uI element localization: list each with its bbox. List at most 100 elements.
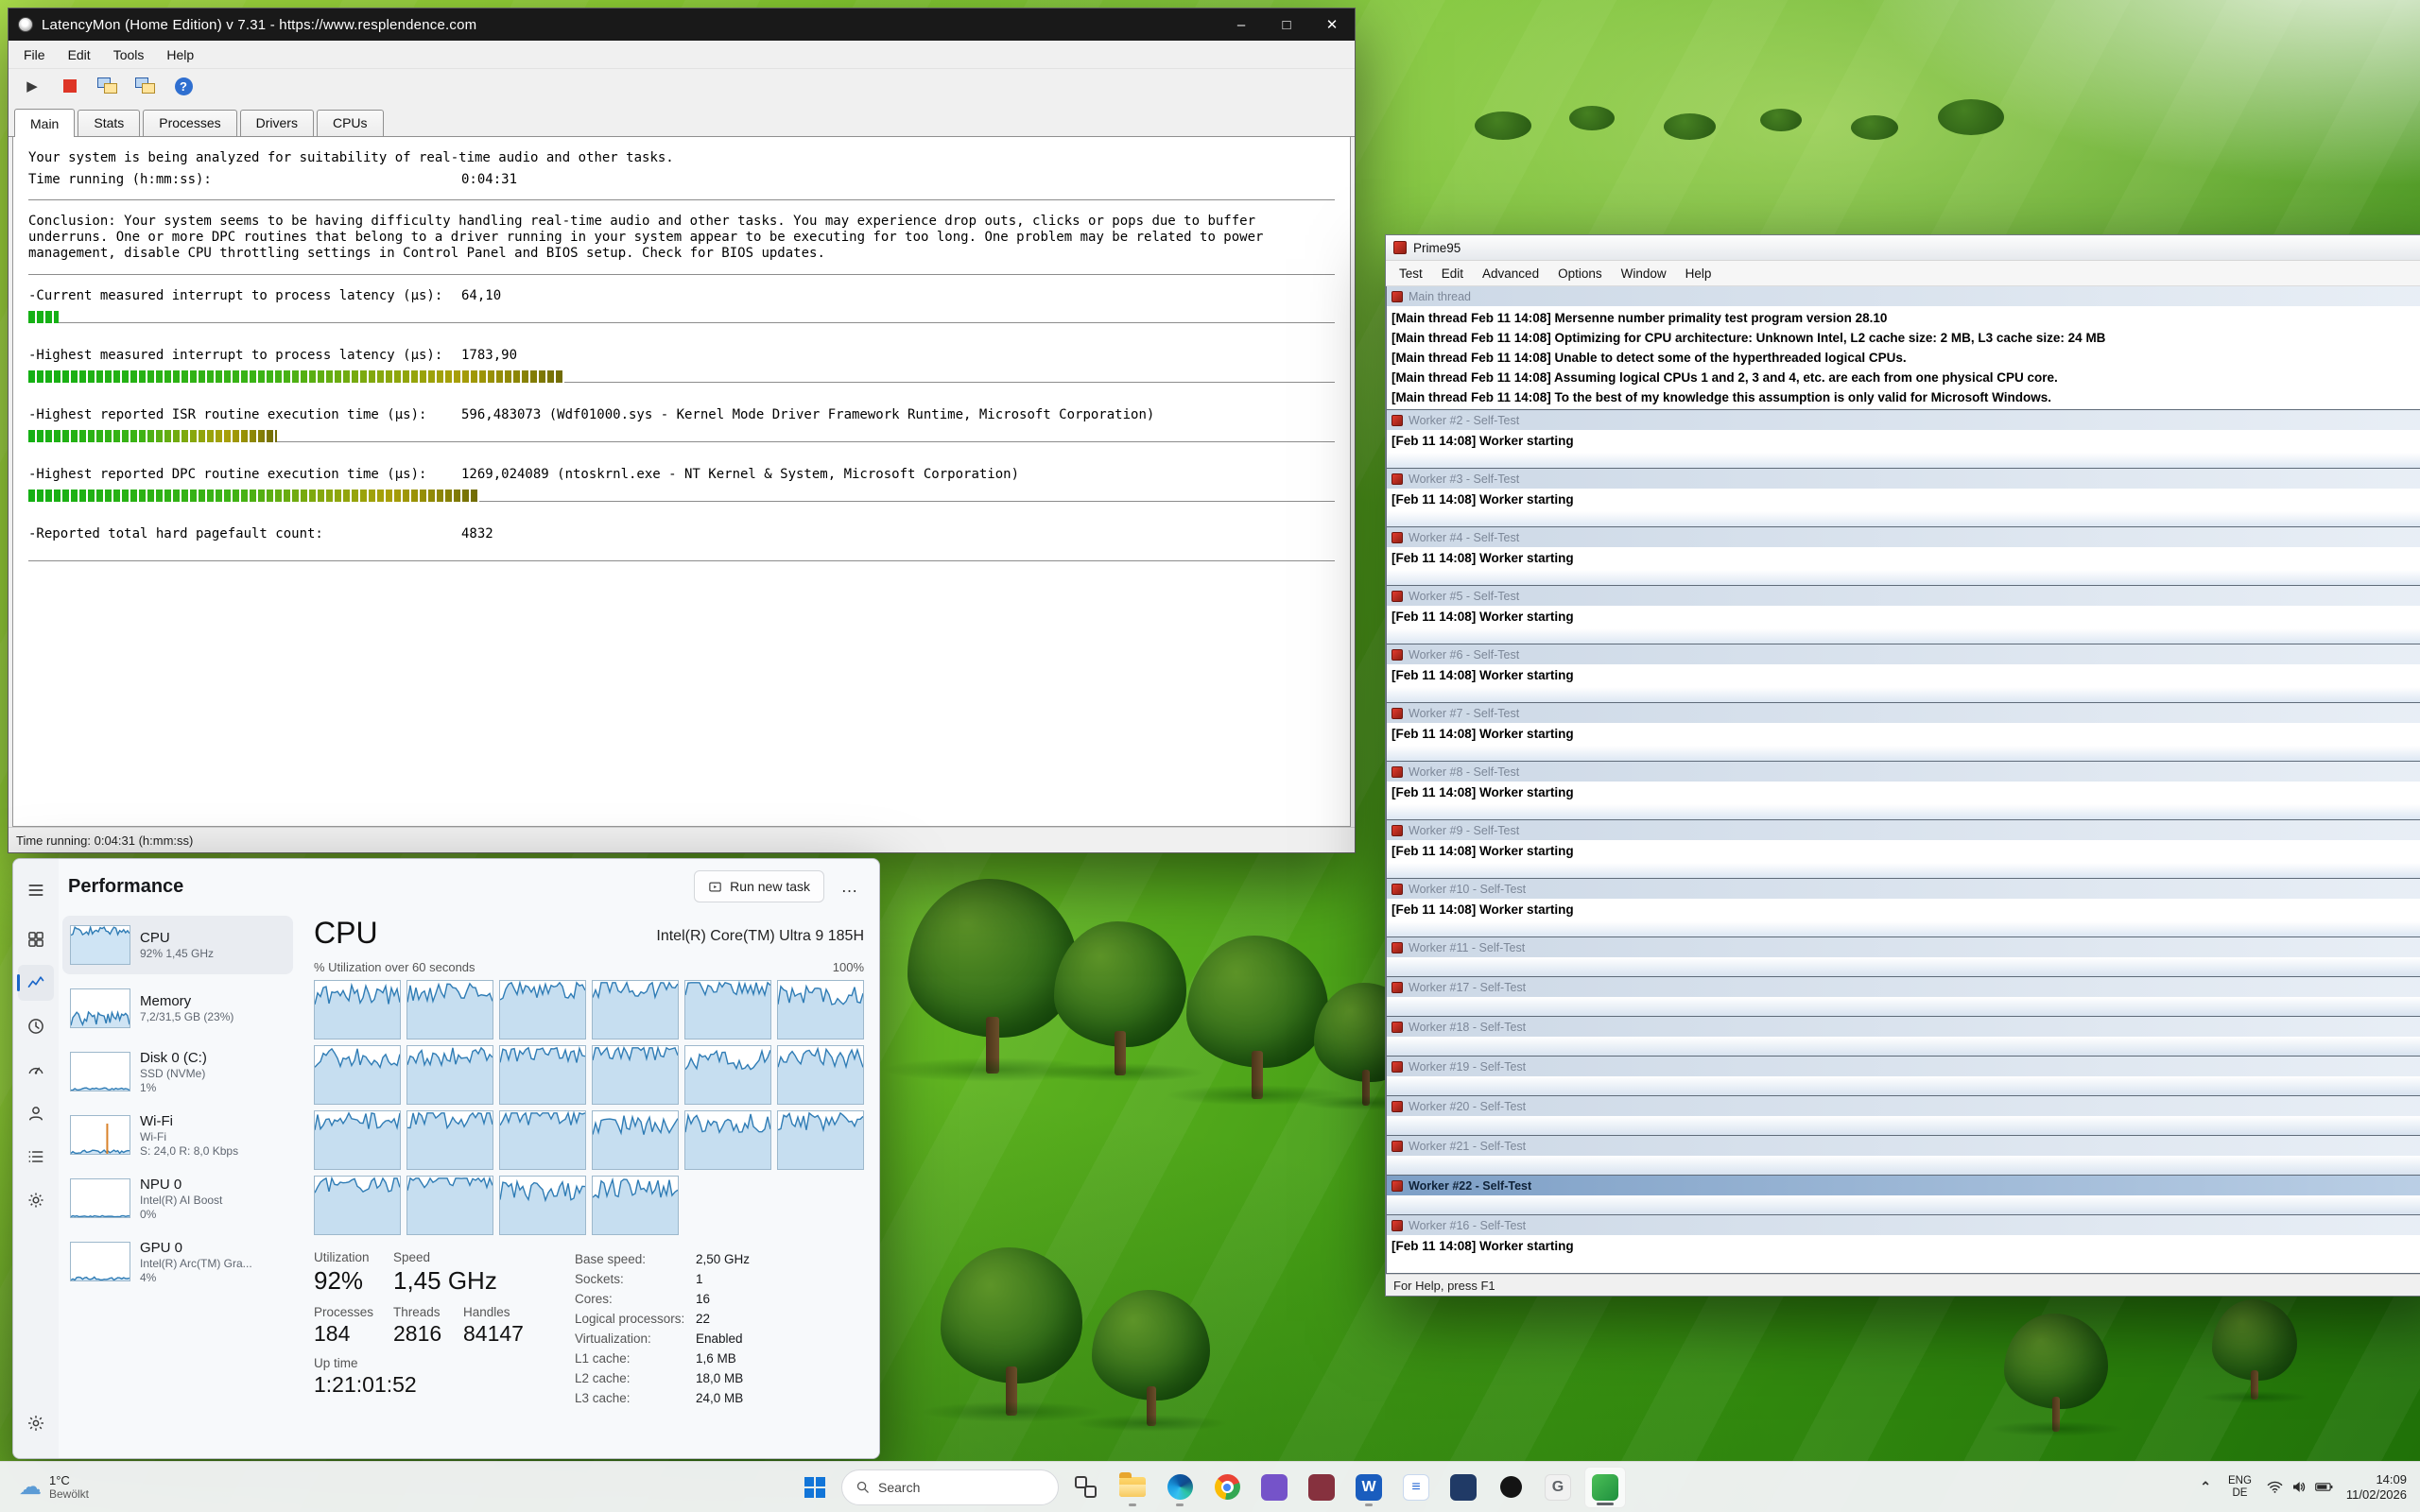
maximize-button[interactable]: □ bbox=[1264, 9, 1309, 41]
help-icon[interactable]: ? bbox=[169, 73, 198, 99]
perf-sidebar-item[interactable]: Memory 7,2/31,5 GB (23%) bbox=[62, 979, 293, 1038]
tab[interactable]: Processes bbox=[143, 110, 236, 136]
worker-titlebar[interactable]: Worker #4 - Self-Test bbox=[1387, 527, 2420, 547]
word-icon[interactable]: W bbox=[1348, 1467, 1390, 1508]
more-options-button[interactable]: … bbox=[834, 870, 866, 902]
perf-sidebar-item[interactable]: GPU 0 Intel(R) Arc(TM) Gra... 4% bbox=[62, 1232, 293, 1291]
main-thread-window[interactable]: Main thread [Main thread Feb 11 14:08] M… bbox=[1386, 286, 2420, 410]
worker-window[interactable]: Worker #4 - Self-Test [Feb 11 14:08] Wor… bbox=[1386, 527, 2420, 586]
g-app-icon[interactable]: G bbox=[1537, 1467, 1579, 1508]
perf-sidebar-item[interactable]: NPU 0 Intel(R) AI Boost 0% bbox=[62, 1169, 293, 1228]
cpu-detail-row: Virtualization: Enabled bbox=[575, 1332, 750, 1351]
worker-titlebar[interactable]: Worker #2 - Self-Test bbox=[1387, 410, 2420, 430]
speed-value: 1,45 GHz bbox=[393, 1266, 497, 1296]
run-new-task-button[interactable]: Run new task bbox=[694, 870, 824, 902]
tab[interactable]: Drivers bbox=[240, 110, 314, 136]
dark-blue-app-icon[interactable] bbox=[1443, 1467, 1484, 1508]
worker-titlebar[interactable]: Worker #8 - Self-Test bbox=[1387, 762, 2420, 782]
main-thread-titlebar[interactable]: Main thread bbox=[1387, 286, 2420, 306]
purple-app-icon[interactable] bbox=[1253, 1467, 1295, 1508]
worker-titlebar[interactable]: Worker #6 - Self-Test bbox=[1387, 644, 2420, 664]
rail-services-icon[interactable] bbox=[18, 1182, 54, 1218]
task-view-icon[interactable] bbox=[1064, 1467, 1106, 1508]
worker-titlebar[interactable]: Worker #22 - Self-Test bbox=[1387, 1176, 2420, 1195]
worker-titlebar[interactable]: Worker #3 - Self-Test bbox=[1387, 469, 2420, 489]
menu-item[interactable]: Test bbox=[1390, 263, 1432, 284]
menu-item[interactable]: Advanced bbox=[1473, 263, 1548, 284]
prime95-titlebar[interactable]: Prime95 bbox=[1386, 235, 2420, 261]
worker-window[interactable]: Worker #10 - Self-Test [Feb 11 14:08] Wo… bbox=[1386, 879, 2420, 937]
menu-item[interactable]: File bbox=[12, 43, 57, 66]
dark-circle-app-icon[interactable] bbox=[1490, 1467, 1531, 1508]
worker-titlebar[interactable]: Worker #19 - Self-Test bbox=[1387, 1057, 2420, 1076]
menu-item[interactable]: Edit bbox=[57, 43, 102, 66]
language-indicator[interactable]: ENG DE bbox=[2226, 1475, 2254, 1500]
screen-capture-icon[interactable] bbox=[131, 73, 160, 99]
worker-window[interactable]: Worker #21 - Self-Test bbox=[1386, 1136, 2420, 1176]
worker-window[interactable]: Worker #19 - Self-Test bbox=[1386, 1057, 2420, 1096]
worker-window[interactable]: Worker #3 - Self-Test [Feb 11 14:08] Wor… bbox=[1386, 469, 2420, 527]
worker-window[interactable]: Worker #16 - Self-Test [Feb 11 14:08] Wo… bbox=[1386, 1215, 2420, 1274]
hamburger-men-icon-button[interactable] bbox=[18, 872, 54, 908]
worker-titlebar[interactable]: Worker #5 - Self-Test bbox=[1387, 586, 2420, 606]
maroon-app-icon[interactable] bbox=[1301, 1467, 1342, 1508]
worker-window[interactable]: Worker #17 - Self-Test bbox=[1386, 977, 2420, 1017]
worker-window[interactable]: Worker #9 - Self-Test [Feb 11 14:08] Wor… bbox=[1386, 820, 2420, 879]
settings-gear-icon[interactable] bbox=[18, 1405, 54, 1441]
worker-window[interactable]: Worker #18 - Self-Test bbox=[1386, 1017, 2420, 1057]
worker-titlebar[interactable]: Worker #18 - Self-Test bbox=[1387, 1017, 2420, 1037]
worker-titlebar[interactable]: Worker #20 - Self-Test bbox=[1387, 1096, 2420, 1116]
rail-app-history-icon[interactable] bbox=[18, 1008, 54, 1044]
worker-window[interactable]: Worker #5 - Self-Test [Feb 11 14:08] Wor… bbox=[1386, 586, 2420, 644]
active-app-icon[interactable] bbox=[1584, 1467, 1626, 1508]
perf-sidebar-item[interactable]: CPU 92% 1,45 GHz bbox=[62, 916, 293, 974]
worker-titlebar[interactable]: Worker #16 - Self-Test bbox=[1387, 1215, 2420, 1235]
minimize-button[interactable]: – bbox=[1219, 9, 1264, 41]
tab[interactable]: CPUs bbox=[317, 110, 384, 136]
worker-titlebar[interactable]: Worker #21 - Self-Test bbox=[1387, 1136, 2420, 1156]
file-explorer-icon[interactable] bbox=[1112, 1467, 1153, 1508]
menu-item[interactable]: Tools bbox=[102, 43, 156, 66]
worker-window[interactable]: Worker #7 - Self-Test [Feb 11 14:08] Wor… bbox=[1386, 703, 2420, 762]
search-box[interactable]: Search bbox=[841, 1469, 1059, 1505]
perf-sidebar-item[interactable]: Wi-Fi Wi-Fi S: 24,0 R: 8,0 Kbps bbox=[62, 1106, 293, 1164]
rail-processes-icon[interactable] bbox=[18, 921, 54, 957]
close-button[interactable]: ✕ bbox=[1309, 9, 1355, 41]
worker-titlebar[interactable]: Worker #10 - Self-Test bbox=[1387, 879, 2420, 899]
worker-window[interactable]: Worker #20 - Self-Test bbox=[1386, 1096, 2420, 1136]
worker-titlebar[interactable]: Worker #17 - Self-Test bbox=[1387, 977, 2420, 997]
worker-titlebar[interactable]: Worker #9 - Self-Test bbox=[1387, 820, 2420, 840]
menu-item[interactable]: Help bbox=[155, 43, 205, 66]
cpu-core-graph bbox=[406, 1176, 493, 1235]
weather-widget[interactable]: ☁ 1°C Bewölkt bbox=[11, 1462, 96, 1512]
quick-settings[interactable] bbox=[2265, 1480, 2335, 1494]
clock[interactable]: 14:09 11/02/2026 bbox=[2346, 1472, 2411, 1503]
start-button[interactable] bbox=[794, 1467, 836, 1508]
worker-window[interactable]: Worker #22 - Self-Test bbox=[1386, 1176, 2420, 1215]
tray-overflow-chevron-icon[interactable]: ⌃ bbox=[2196, 1479, 2215, 1495]
edge-browser-icon[interactable] bbox=[1159, 1467, 1201, 1508]
latencymon-titlebar[interactable]: LatencyMon (Home Edition) v 7.31 - https… bbox=[9, 9, 1355, 41]
worker-window[interactable]: Worker #6 - Self-Test [Feb 11 14:08] Wor… bbox=[1386, 644, 2420, 703]
chrome-browser-icon[interactable] bbox=[1206, 1467, 1248, 1508]
worker-window[interactable]: Worker #2 - Self-Test [Feb 11 14:08] Wor… bbox=[1386, 410, 2420, 469]
menu-item[interactable]: Options bbox=[1548, 263, 1612, 284]
stop-button[interactable] bbox=[56, 73, 84, 99]
tab[interactable]: Stats bbox=[78, 110, 140, 136]
perf-sidebar-item[interactable]: Disk 0 (C:) SSD (NVMe) 1% bbox=[62, 1042, 293, 1101]
tab[interactable]: Main bbox=[14, 109, 75, 137]
document-app-icon[interactable]: ≡ bbox=[1395, 1467, 1437, 1508]
worker-window[interactable]: Worker #11 - Self-Test bbox=[1386, 937, 2420, 977]
menu-item[interactable]: Help bbox=[1676, 263, 1721, 284]
menu-item[interactable]: Edit bbox=[1432, 263, 1473, 284]
worker-window[interactable]: Worker #8 - Self-Test [Feb 11 14:08] Wor… bbox=[1386, 762, 2420, 820]
worker-titlebar[interactable]: Worker #7 - Self-Test bbox=[1387, 703, 2420, 723]
worker-titlebar[interactable]: Worker #11 - Self-Test bbox=[1387, 937, 2420, 957]
rail-performance-icon[interactable] bbox=[18, 965, 54, 1001]
rail-users-icon[interactable] bbox=[18, 1095, 54, 1131]
rail-startup-apps-icon[interactable] bbox=[18, 1052, 54, 1088]
rail-details-icon[interactable] bbox=[18, 1139, 54, 1175]
menu-item[interactable]: Window bbox=[1612, 263, 1676, 284]
play-button[interactable]: ▶ bbox=[18, 73, 46, 99]
monitor-report-icon[interactable] bbox=[94, 73, 122, 99]
